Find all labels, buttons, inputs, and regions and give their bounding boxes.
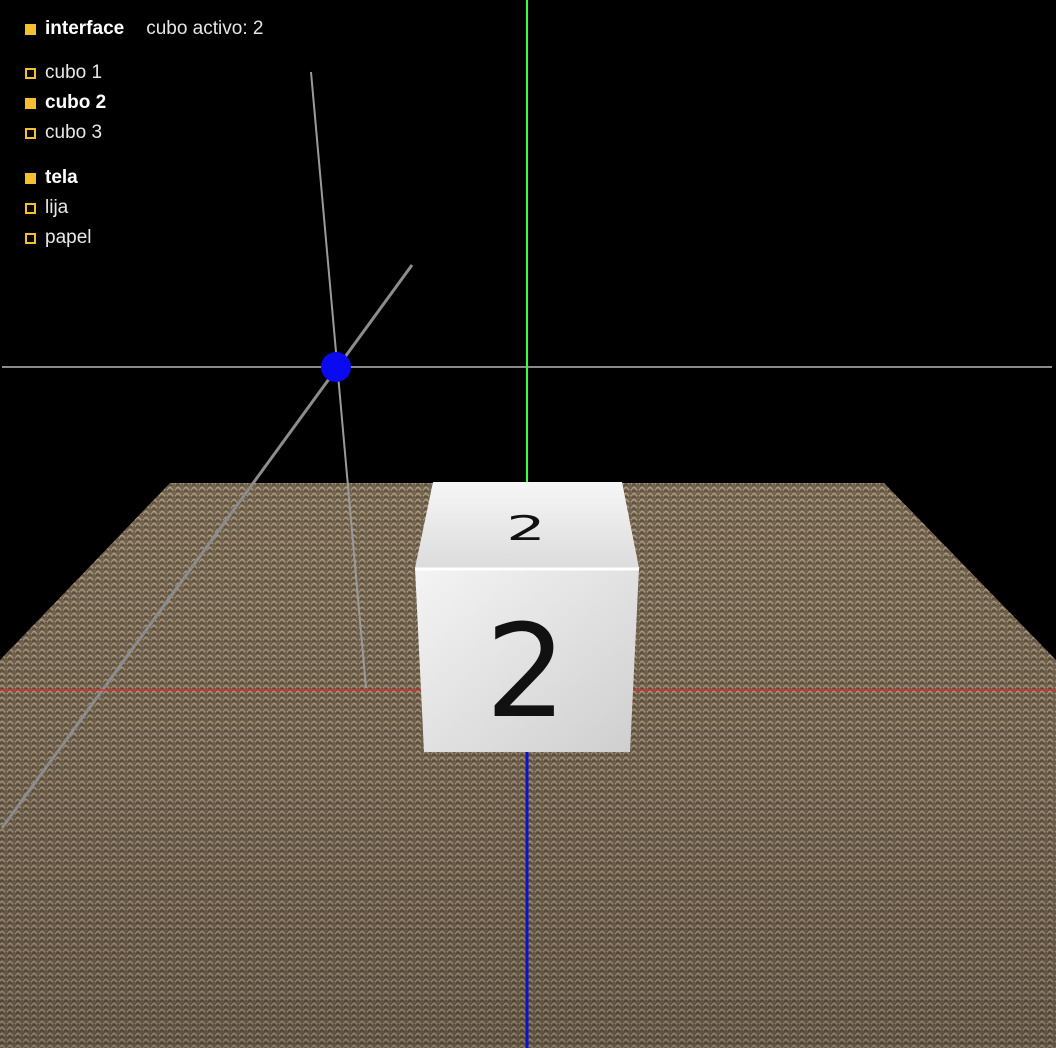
checkbox-icon[interactable]: [25, 127, 36, 139]
checkbox-icon[interactable]: [25, 172, 36, 184]
material-option[interactable]: lija: [24, 193, 263, 223]
cube-option[interactable]: cubo 2: [24, 88, 263, 118]
checkbox-icon[interactable]: [25, 232, 36, 244]
checkbox-icon[interactable]: [25, 67, 36, 79]
cube-option-label: cubo 2: [45, 92, 107, 113]
checkbox-icon[interactable]: [25, 97, 36, 109]
checkbox-icon[interactable]: [25, 202, 36, 214]
cube-option[interactable]: cubo 1: [24, 58, 263, 88]
active-cube[interactable]: 2 2: [415, 482, 639, 752]
control-panel: interface cubo activo: 2 cubo 1 cubo 2 c…: [24, 14, 263, 253]
interface-title: interface: [45, 18, 125, 39]
3d-viewport[interactable]: 2 2 interface cubo activo: 2 cubo 1 cubo…: [0, 0, 1056, 1048]
light-marker[interactable]: [321, 352, 351, 382]
cube-option-label: cubo 3: [45, 122, 103, 143]
material-option[interactable]: papel: [24, 223, 263, 253]
active-cube-status: cubo activo: 2: [146, 18, 264, 39]
material-option-label: papel: [45, 227, 92, 248]
checkbox-icon[interactable]: [25, 23, 36, 35]
material-option-label: lija: [45, 197, 69, 218]
interface-toggle[interactable]: interface cubo activo: 2: [24, 14, 263, 44]
cube-top-number: 2: [506, 509, 545, 549]
cube-option-label: cubo 1: [45, 62, 103, 83]
cube-option[interactable]: cubo 3: [24, 118, 263, 148]
material-option[interactable]: tela: [24, 163, 263, 193]
cube-front-number: 2: [485, 598, 566, 747]
material-option-label: tela: [45, 167, 78, 188]
